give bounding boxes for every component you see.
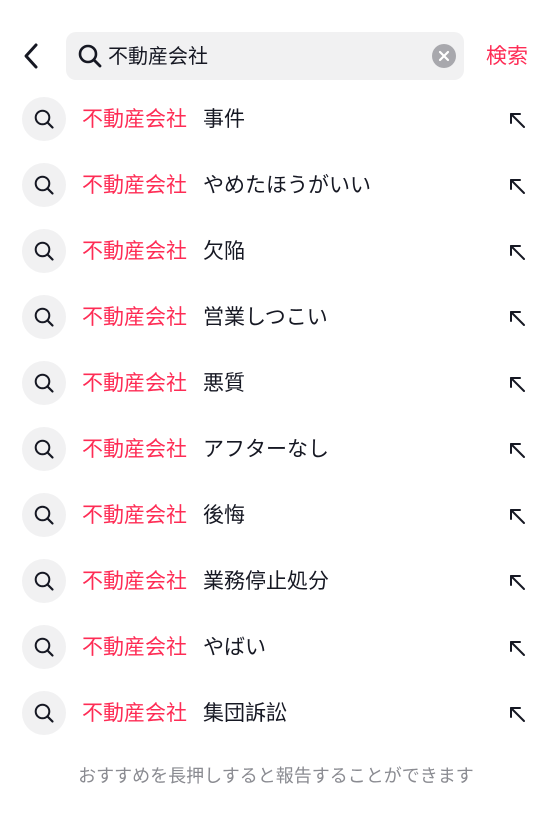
long-press-report-hint: おすすめを長押しすると報告することができます — [78, 766, 474, 787]
arrow-up-left-icon — [510, 377, 525, 392]
suggestion-text: 不動産会社 集団訴訟 — [82, 680, 287, 746]
search-submit-button[interactable]: 検索 — [486, 38, 528, 74]
suggestion-item[interactable]: 不動産会社 営業しつこい — [0, 284, 552, 350]
search-icon — [78, 44, 102, 68]
fill-query-button[interactable] — [504, 371, 530, 397]
suggestion-highlight: 不動産会社 — [82, 107, 187, 131]
suggestion-highlight: 不動産会社 — [82, 701, 187, 725]
fill-query-button[interactable] — [504, 569, 530, 595]
suggestion-text: 不動産会社 アフターなし — [82, 416, 329, 482]
suggestion-rest: アフターなし — [203, 437, 329, 461]
fill-query-button[interactable] — [504, 503, 530, 529]
suggestion-search-icon-wrap — [22, 691, 66, 735]
suggestion-text: 不動産会社 業務停止処分 — [82, 548, 329, 614]
suggestion-item[interactable]: 不動産会社 欠陥 — [0, 218, 552, 284]
suggestion-search-icon-wrap — [22, 427, 66, 471]
suggestion-rest: 事件 — [203, 107, 245, 131]
fill-query-button[interactable] — [504, 701, 530, 727]
suggestion-rest: 営業しつこい — [203, 305, 328, 329]
suggestion-search-icon-wrap — [22, 361, 66, 405]
fill-query-button[interactable] — [504, 107, 530, 133]
suggestion-text: 不動産会社 営業しつこい — [82, 284, 328, 350]
fill-query-button[interactable] — [504, 239, 530, 265]
suggestion-text: 不動産会社 やばい — [82, 614, 266, 680]
search-icon — [34, 109, 54, 129]
fill-query-button[interactable] — [504, 173, 530, 199]
suggestion-search-icon-wrap — [22, 229, 66, 273]
suggestion-item[interactable]: 不動産会社 業務停止処分 — [0, 548, 552, 614]
search-icon — [34, 439, 54, 459]
clear-icon — [438, 50, 450, 62]
suggestion-search-icon-wrap — [22, 559, 66, 603]
suggestion-item[interactable]: 不動産会社 集団訴訟 — [0, 680, 552, 746]
arrow-up-left-icon — [510, 179, 525, 194]
fill-query-button[interactable] — [504, 437, 530, 463]
suggestion-rest: 悪質 — [203, 371, 245, 395]
arrow-up-left-icon — [510, 575, 525, 590]
suggestion-item[interactable]: 不動産会社 アフターなし — [0, 416, 552, 482]
suggestion-item[interactable]: 不動産会社 やめたほうがいい — [0, 152, 552, 218]
fill-query-button[interactable] — [504, 305, 530, 331]
search-icon — [34, 703, 54, 723]
suggestion-search-icon-wrap — [22, 97, 66, 141]
search-icon — [34, 241, 54, 261]
search-icon — [34, 175, 54, 195]
suggestion-text: 不動産会社 悪質 — [82, 350, 245, 416]
search-icon — [34, 505, 54, 525]
suggestion-highlight: 不動産会社 — [82, 437, 187, 461]
suggestion-search-icon-wrap — [22, 295, 66, 339]
search-icon — [34, 307, 54, 327]
suggestion-text: 不動産会社 後悔 — [82, 482, 245, 548]
chevron-left-icon — [24, 43, 38, 69]
suggestion-item[interactable]: 不動産会社 事件 — [0, 86, 552, 152]
search-query-text: 不動産会社 — [108, 44, 208, 68]
suggestion-text: 不動産会社 事件 — [82, 86, 245, 152]
arrow-up-left-icon — [510, 311, 525, 326]
arrow-up-left-icon — [510, 641, 525, 656]
suggestion-highlight: 不動産会社 — [82, 173, 187, 197]
arrow-up-left-icon — [510, 509, 525, 524]
suggestion-search-icon-wrap — [22, 493, 66, 537]
fill-query-button[interactable] — [504, 635, 530, 661]
arrow-up-left-icon — [510, 443, 525, 458]
arrow-up-left-icon — [510, 707, 525, 722]
suggestion-rest: やばい — [203, 635, 266, 659]
search-icon — [34, 637, 54, 657]
suggestion-rest: 後悔 — [203, 503, 245, 527]
suggestion-rest: 集団訴訟 — [203, 701, 287, 725]
suggestion-text: 不動産会社 やめたほうがいい — [82, 152, 371, 218]
suggestion-search-icon-wrap — [22, 625, 66, 669]
suggestion-highlight: 不動産会社 — [82, 305, 187, 329]
suggestion-rest: 業務停止処分 — [203, 569, 329, 593]
search-icon — [34, 373, 54, 393]
suggestion-highlight: 不動産会社 — [82, 239, 187, 263]
suggestion-item[interactable]: 不動産会社 やばい — [0, 614, 552, 680]
arrow-up-left-icon — [510, 245, 525, 260]
search-input[interactable]: 不動産会社 — [66, 32, 464, 80]
clear-search-button[interactable] — [432, 44, 456, 68]
suggestion-highlight: 不動産会社 — [82, 503, 187, 527]
search-icon — [34, 571, 54, 591]
back-button[interactable] — [14, 38, 50, 74]
suggestion-rest: 欠陥 — [203, 239, 245, 263]
suggestion-highlight: 不動産会社 — [82, 371, 187, 395]
suggestion-highlight: 不動産会社 — [82, 569, 187, 593]
suggestion-item[interactable]: 不動産会社 後悔 — [0, 482, 552, 548]
suggestion-search-icon-wrap — [22, 163, 66, 207]
arrow-up-left-icon — [510, 113, 525, 128]
suggestion-rest: やめたほうがいい — [203, 173, 371, 197]
suggestion-highlight: 不動産会社 — [82, 635, 187, 659]
suggestion-text: 不動産会社 欠陥 — [82, 218, 245, 284]
suggestion-list: 不動産会社 事件 不動産会社 やめたほうがいい 不動産会社 欠陥 不動産会社 営業しつこい 不動… — [0, 86, 552, 746]
suggestion-item[interactable]: 不動産会社 悪質 — [0, 350, 552, 416]
